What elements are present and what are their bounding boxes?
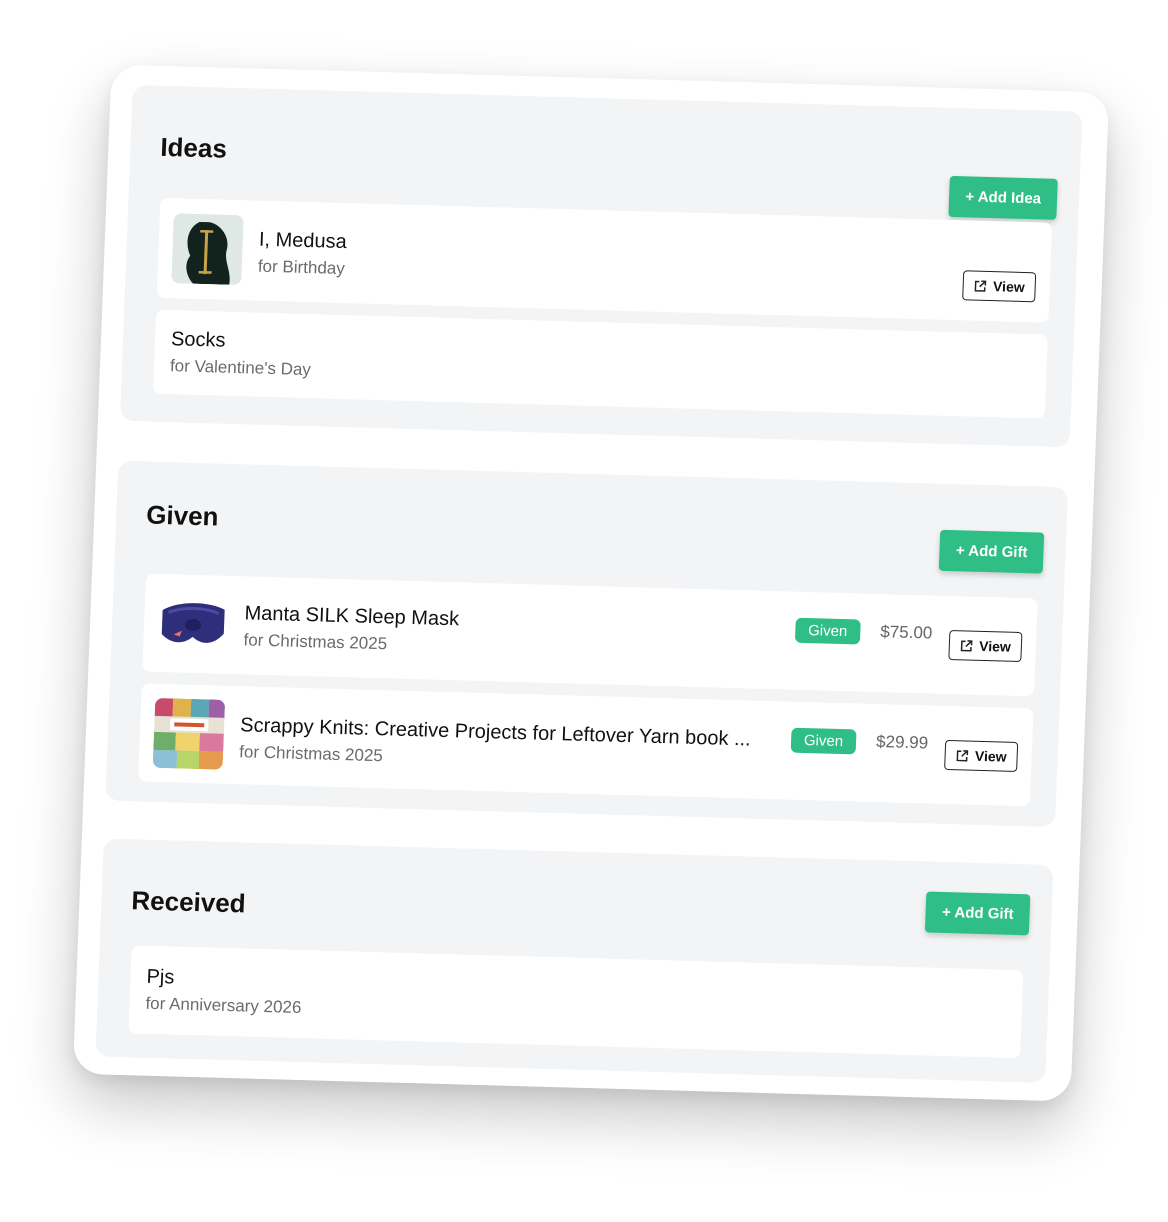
idea-item[interactable]: I, Medusa for Birthday View: [156, 197, 1053, 323]
view-button[interactable]: View: [962, 270, 1037, 303]
idea-item[interactable]: Socks for Valentine's Day: [152, 309, 1048, 419]
view-label: View: [974, 747, 1007, 765]
idea-name: Socks: [170, 328, 226, 352]
gift-price: $75.00: [879, 622, 933, 643]
received-name: Pjs: [146, 965, 175, 989]
received-item[interactable]: Pjs for Anniversary 2026: [128, 945, 1024, 1059]
add-gift-button[interactable]: + Add Gift: [939, 529, 1045, 574]
ideas-title: Ideas: [159, 131, 228, 164]
received-occasion: for Anniversary 2026: [145, 993, 302, 1018]
external-link-icon: [961, 639, 973, 652]
received-title: Received: [130, 885, 247, 919]
given-section: Given + Add Gift Manta SILK Sleep Mask f…: [105, 460, 1069, 828]
gift-occasion: for Christmas 2025: [243, 630, 388, 654]
status-badge: Given: [794, 617, 861, 645]
gift-tracker-card: Ideas + Add Idea I, Medusa for Birthday: [72, 64, 1110, 1102]
idea-occasion: for Valentine's Day: [169, 356, 312, 380]
view-label: View: [992, 278, 1025, 296]
gift-item[interactable]: Manta SILK Sleep Mask for Christmas 2025…: [142, 573, 1038, 697]
gift-price: $29.99: [875, 732, 929, 753]
idea-name: I, Medusa: [258, 228, 348, 254]
book-cover-image: [152, 697, 226, 770]
add-gift-button[interactable]: + Add Gift: [925, 891, 1031, 936]
received-section: Received + Add Gift Pjs for Anniversary …: [95, 838, 1054, 1083]
book-cover-image: [171, 213, 244, 286]
idea-occasion: for Birthday: [257, 256, 346, 279]
ideas-section: Ideas + Add Idea I, Medusa for Birthday: [119, 85, 1083, 448]
view-label: View: [978, 637, 1012, 655]
view-button[interactable]: View: [948, 630, 1023, 663]
sleep-mask-image: [156, 587, 230, 660]
gift-occasion: for Christmas 2025: [238, 742, 384, 766]
gift-name: Manta SILK Sleep Mask: [244, 602, 460, 631]
gift-item[interactable]: Scrappy Knits: Creative Projects for Lef…: [138, 683, 1034, 807]
given-title: Given: [145, 499, 220, 532]
external-link-icon: [974, 279, 987, 292]
add-idea-button[interactable]: + Add Idea: [948, 175, 1058, 220]
view-button[interactable]: View: [944, 739, 1019, 772]
external-link-icon: [956, 749, 969, 761]
status-badge: Given: [790, 727, 857, 755]
